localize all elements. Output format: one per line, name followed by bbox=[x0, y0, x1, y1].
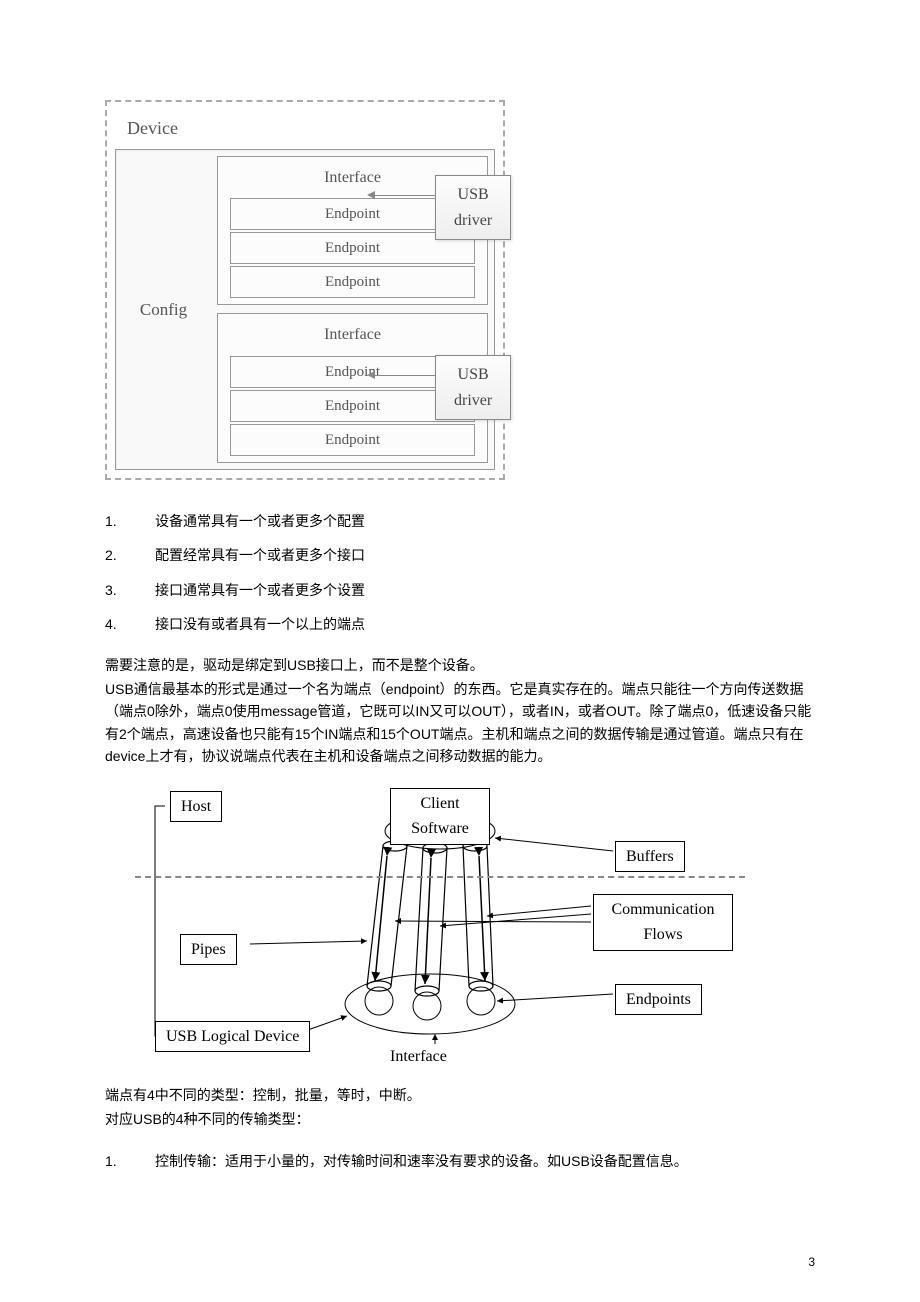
list-item: 4. 接口没有或者具有一个以上的端点 bbox=[105, 613, 815, 635]
arrow-head-icon bbox=[367, 191, 375, 199]
arrow-line bbox=[375, 375, 435, 376]
usb-driver-box-1: USB driver bbox=[435, 175, 511, 240]
device-label: Device bbox=[115, 110, 495, 147]
arrow-head-icon bbox=[367, 371, 375, 379]
paragraph: 对应USB的4种不同的传输类型： bbox=[105, 1108, 815, 1130]
list-text: 控制传输：适用于小量的，对传输时间和速率没有要求的设备。如USB设备配置信息。 bbox=[155, 1150, 815, 1172]
client-software-box: Client Software bbox=[390, 788, 490, 845]
list-item: 3. 接口通常具有一个或者更多个设置 bbox=[105, 579, 815, 601]
buffers-box: Buffers bbox=[615, 841, 685, 873]
paragraph: USB通信最基本的形式是通过一个名为端点（endpoint）的东西。它是真实存在… bbox=[105, 678, 815, 768]
endpoints-box: Endpoints bbox=[615, 984, 702, 1016]
list-text: 设备通常具有一个或者更多个配置 bbox=[155, 510, 815, 532]
pipes-box: Pipes bbox=[180, 934, 237, 966]
usb-flow-diagram: Host Client Software Buffers Communicati… bbox=[135, 786, 745, 1066]
config-label: Config bbox=[116, 150, 211, 469]
endpoint-box: Endpoint bbox=[230, 266, 475, 298]
communication-flows-box: Communication Flows bbox=[593, 894, 733, 951]
list-item: 1. 设备通常具有一个或者更多个配置 bbox=[105, 510, 815, 532]
list-text: 配置经常具有一个或者更多个接口 bbox=[155, 544, 815, 566]
list-number: 3. bbox=[105, 579, 155, 601]
page-number: 3 bbox=[808, 1253, 815, 1272]
ordered-list-2: 1. 控制传输：适用于小量的，对传输时间和速率没有要求的设备。如USB设备配置信… bbox=[105, 1150, 815, 1172]
interface-label: Interface bbox=[222, 318, 483, 354]
list-text: 接口通常具有一个或者更多个设置 bbox=[155, 579, 815, 601]
interface-label: Interface bbox=[390, 1044, 447, 1070]
paragraph-block-2: 端点有4中不同的类型：控制，批量，等时，中断。 对应USB的4种不同的传输类型： bbox=[105, 1084, 815, 1131]
usb-device-diagram: Device Config Interface Endpoint Endpoin… bbox=[105, 100, 505, 480]
usb-driver-label: USB driver bbox=[454, 186, 492, 229]
paragraph: 需要注意的是，驱动是绑定到USB接口上，而不是整个设备。 bbox=[105, 654, 815, 676]
endpoint-box: Endpoint bbox=[230, 424, 475, 456]
horizontal-divider bbox=[135, 876, 745, 878]
ordered-list-1: 1. 设备通常具有一个或者更多个配置 2. 配置经常具有一个或者更多个接口 3.… bbox=[105, 510, 815, 636]
paragraph-block-1: 需要注意的是，驱动是绑定到USB接口上，而不是整个设备。 USB通信最基本的形式… bbox=[105, 654, 815, 768]
host-box: Host bbox=[170, 791, 222, 823]
usb-driver-label: USB driver bbox=[454, 366, 492, 409]
list-number: 1. bbox=[105, 1150, 155, 1172]
device-outer-box: Device Config Interface Endpoint Endpoin… bbox=[105, 100, 505, 480]
list-number: 2. bbox=[105, 544, 155, 566]
usb-driver-box-2: USB driver bbox=[435, 355, 511, 420]
list-text: 接口没有或者具有一个以上的端点 bbox=[155, 613, 815, 635]
arrow-line bbox=[375, 195, 435, 196]
list-number: 4. bbox=[105, 613, 155, 635]
usb-logical-device-box: USB Logical Device bbox=[155, 1021, 310, 1053]
paragraph: 端点有4中不同的类型：控制，批量，等时，中断。 bbox=[105, 1084, 815, 1106]
list-item: 2. 配置经常具有一个或者更多个接口 bbox=[105, 544, 815, 566]
list-number: 1. bbox=[105, 510, 155, 532]
list-item: 1. 控制传输：适用于小量的，对传输时间和速率没有要求的设备。如USB设备配置信… bbox=[105, 1150, 815, 1172]
